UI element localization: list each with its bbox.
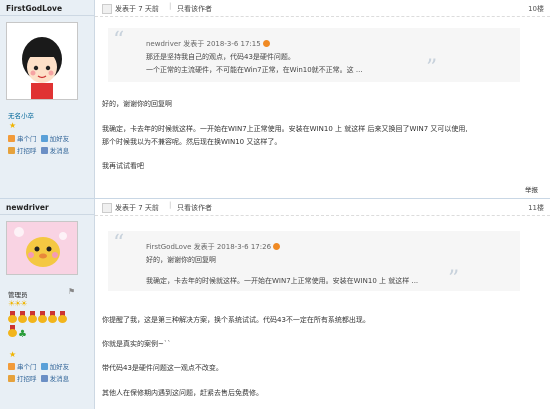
add-friend-link[interactable]: 加好友 — [40, 363, 69, 371]
quote-close-icon: ” — [448, 267, 460, 292]
jump-icon[interactable] — [262, 40, 270, 47]
medal-icon — [8, 311, 17, 323]
quote-meta: newdriver 发表于 2018-3-6 17:15 — [146, 39, 270, 49]
envelope-icon — [40, 375, 48, 382]
quote-meta: FirstGodLove 发表于 2018-3-6 17:26 — [146, 242, 281, 252]
floor-number[interactable]: 10楼 — [528, 4, 544, 14]
wave-icon — [8, 147, 15, 154]
post-header: 发表于 7 天前 | 只看该作者 10楼 — [95, 0, 550, 17]
body-line: 其他人在保修期内遇到这问题，赶紧去售后免费修。 — [102, 389, 263, 397]
report-link[interactable]: 举报 — [525, 184, 538, 194]
user-sidebar: FirstGodLove 无名小卒 ★ 串个门 加好友 打招呼 发消息 — [0, 0, 95, 198]
only-author-link[interactable]: 只看该作者 — [177, 4, 212, 14]
quote-line: 那还是坚持我自己的观点，代码43是硬件问题。 — [146, 53, 295, 61]
house-icon — [8, 135, 15, 142]
username[interactable]: FirstGodLove — [6, 4, 62, 13]
post-time: 发表于 7 天前 — [115, 5, 159, 13]
star-icon: ★ — [9, 121, 17, 130]
house-icon — [8, 363, 15, 370]
badge-icon: ⚑ — [68, 287, 76, 296]
visit-link[interactable]: 串个门 — [8, 135, 37, 143]
avatar[interactable] — [6, 221, 78, 275]
body-line: 你提醒了我，这是第三种解决方案，换个系统试试。代码43不一定在所有系统都出现。 — [102, 316, 370, 324]
message-link[interactable]: 发消息 — [40, 375, 69, 383]
only-author-link[interactable]: 只看该作者 — [177, 203, 212, 213]
body-line: 好的，谢谢你的回复啊 — [102, 100, 172, 108]
add-user-icon — [40, 135, 48, 142]
medal-icon — [8, 325, 17, 337]
post-icon — [102, 203, 112, 213]
medal-icon — [18, 311, 27, 323]
user-rank: 管理员 — [8, 291, 28, 299]
star-icon: ★ — [9, 350, 17, 359]
sun-level-icon: ☀☀☀ — [8, 299, 27, 308]
wave-icon — [8, 375, 15, 382]
envelope-icon — [40, 147, 48, 154]
jump-icon[interactable] — [273, 243, 281, 250]
body-line: 那个时候我以为不兼容呢。然后现在换WIN10 又这样了。 — [102, 138, 282, 146]
greet-link[interactable]: 打招呼 — [8, 147, 37, 155]
quote-block: “ FirstGodLove 发表于 2018-3-6 17:26 好的，谢谢你… — [108, 231, 520, 291]
body-line: 我确定，卡去年的时候就这样。一开始在WIN7上正常使用。安装在WIN10 上 就… — [102, 125, 468, 133]
medal-icon — [28, 311, 37, 323]
medal-row — [8, 311, 68, 325]
visit-link[interactable]: 串个门 — [8, 363, 37, 371]
quote-open-icon: “ — [113, 231, 125, 256]
quote-line: 一个正常的主流硬件，不可能在Win7正常，在Win10就不正常。这 ... — [146, 66, 363, 74]
user-sidebar: newdriver 管理员 ⚑ ☀☀☀ ♣ ★ 串个门 加好友 打招呼 发消息 — [0, 199, 95, 409]
user-rank: 无名小卒 — [8, 112, 34, 120]
post-content: 发表于 7 天前 | 只看该作者 11楼 “ FirstGodLove 发表于 … — [95, 199, 550, 409]
quote-close-icon: ” — [426, 56, 438, 81]
quote-user[interactable]: FirstGodLove — [146, 243, 191, 251]
message-link[interactable]: 发消息 — [40, 147, 69, 155]
username[interactable]: newdriver — [6, 203, 49, 212]
medal-row: ♣ — [8, 325, 27, 340]
post-icon — [102, 4, 112, 14]
body-line: 我再试试看吧 — [102, 162, 144, 170]
user-actions: 串个门 加好友 打招呼 发消息 — [8, 133, 69, 157]
medal-icon — [58, 311, 67, 323]
add-friend-link[interactable]: 加好友 — [40, 135, 69, 143]
post-11: newdriver 管理员 ⚑ ☀☀☀ ♣ ★ 串个门 加好友 打招呼 发消息 … — [0, 199, 550, 409]
post-header: 发表于 7 天前 | 只看该作者 11楼 — [95, 199, 550, 216]
user-actions: 串个门 加好友 打招呼 发消息 — [8, 361, 69, 385]
quote-time: 发表于 2018-3-6 17:26 — [193, 243, 272, 251]
quote-open-icon: “ — [113, 28, 125, 53]
floor-number[interactable]: 11楼 — [528, 203, 544, 213]
avatar[interactable] — [6, 22, 78, 100]
quote-line: 我确定，卡去年的时候就这样。一开始在WIN7上正常使用。安装在WIN10 上 就… — [146, 277, 419, 285]
post-content: 发表于 7 天前 | 只看该作者 10楼 “ newdriver 发表于 201… — [95, 0, 550, 198]
quote-block: “ newdriver 发表于 2018-3-6 17:15 那还是坚持我自己的… — [108, 28, 520, 82]
post-time: 发表于 7 天前 — [115, 204, 159, 212]
quote-line: 好的，谢谢你的回复啊 — [146, 256, 216, 264]
quote-time: 发表于 2018-3-6 17:15 — [183, 40, 261, 48]
medal-icon — [48, 311, 57, 323]
post-10: FirstGodLove 无名小卒 ★ 串个门 加好友 打招呼 发消息 发表于 … — [0, 0, 550, 199]
quote-user[interactable]: newdriver — [146, 40, 181, 48]
body-line: 带代码43是硬件问题这一观点不改变。 — [102, 364, 223, 372]
add-user-icon — [40, 363, 48, 370]
medal-icon — [38, 311, 47, 323]
greet-link[interactable]: 打招呼 — [8, 375, 37, 383]
body-line: 你就是真实的案例~`` — [102, 340, 171, 348]
clover-icon: ♣ — [18, 329, 27, 340]
